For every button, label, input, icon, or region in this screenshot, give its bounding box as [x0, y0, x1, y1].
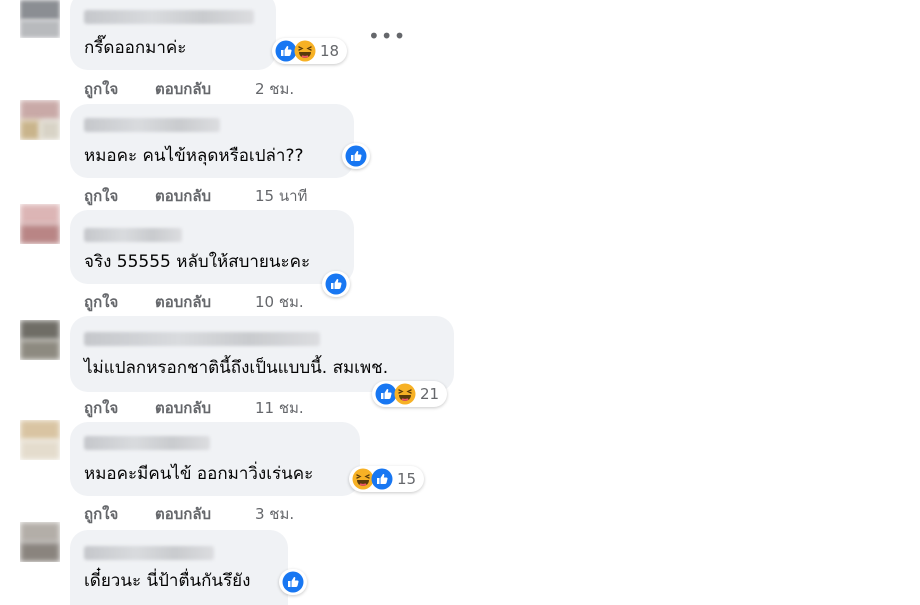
- reply-button[interactable]: ตอบกลับ: [155, 184, 211, 208]
- like-icon: [371, 468, 393, 490]
- author-name[interactable]: [84, 332, 320, 346]
- avatar[interactable]: [20, 204, 60, 244]
- reaction-summary[interactable]: [279, 569, 307, 595]
- reaction-summary[interactable]: [342, 143, 370, 169]
- like-icon: [345, 145, 367, 167]
- reaction-summary[interactable]: 18: [272, 38, 348, 64]
- reaction-count: 21: [420, 385, 440, 403]
- like-icon: [282, 571, 304, 593]
- reaction-count: 15: [397, 470, 417, 488]
- haha-icon: [294, 40, 316, 62]
- like-icon: [325, 273, 347, 295]
- timestamp[interactable]: 10 ชม.: [255, 290, 304, 314]
- like-button[interactable]: ถูกใจ: [84, 502, 118, 526]
- reply-button[interactable]: ตอบกลับ: [155, 502, 211, 526]
- like-button[interactable]: ถูกใจ: [84, 184, 118, 208]
- comment-bubble: หมอคะ คนไข้หลุดหรือเปล่า??: [70, 104, 354, 178]
- comment-bubble: จริง 55555 หลับให้สบายนะคะ: [70, 210, 354, 284]
- timestamp[interactable]: 15 นาที: [255, 184, 307, 208]
- like-button[interactable]: ถูกใจ: [84, 290, 118, 314]
- author-name[interactable]: [84, 118, 220, 132]
- reaction-summary[interactable]: 15: [349, 466, 425, 492]
- reply-button[interactable]: ตอบกลับ: [155, 290, 211, 314]
- like-button[interactable]: ถูกใจ: [84, 77, 118, 101]
- reply-button[interactable]: ตอบกลับ: [155, 77, 211, 101]
- timestamp[interactable]: 3 ชม.: [255, 502, 294, 526]
- haha-icon: [394, 383, 416, 405]
- reaction-summary[interactable]: 21: [372, 381, 448, 407]
- avatar[interactable]: [20, 320, 60, 360]
- timestamp[interactable]: 2 ชม.: [255, 77, 294, 101]
- author-name[interactable]: [84, 228, 182, 242]
- reaction-summary[interactable]: [322, 271, 350, 297]
- comment-bubble: เดี๋ยวนะ นี่ป้าตื่นกันรึยัง: [70, 530, 288, 605]
- comment-bubble: หมอคะมีคนไข้ ออกมาวิ่งเร่นคะ: [70, 422, 360, 496]
- comment-bubble: กรี๊ดออกมาค่ะ: [70, 0, 276, 70]
- comment-text: เดี๋ยวนะ นี่ป้าตื่นกันรึยัง: [84, 571, 251, 591]
- comment-text: จริง 55555 หลับให้สบายนะคะ: [84, 252, 311, 272]
- avatar[interactable]: [20, 100, 60, 140]
- avatar[interactable]: [20, 0, 60, 38]
- comment-text: หมอคะมีคนไข้ ออกมาวิ่งเร่นคะ: [84, 464, 314, 484]
- avatar[interactable]: [20, 420, 60, 460]
- comment-text: หมอคะ คนไข้หลุดหรือเปล่า??: [84, 146, 304, 166]
- author-name[interactable]: [84, 436, 210, 450]
- author-name[interactable]: [84, 546, 214, 560]
- avatar[interactable]: [20, 522, 60, 562]
- author-name[interactable]: [84, 10, 254, 24]
- comment-text: กรี๊ดออกมาค่ะ: [84, 38, 187, 58]
- comment-text: ไม่แปลกหรอกชาตินี้ถึงเป็นแบบนี้. สมเพช.: [84, 358, 389, 378]
- more-options-icon[interactable]: •••: [368, 24, 406, 48]
- reply-button[interactable]: ตอบกลับ: [155, 396, 211, 420]
- reaction-count: 18: [320, 42, 340, 60]
- timestamp[interactable]: 11 ชม.: [255, 396, 304, 420]
- like-button[interactable]: ถูกใจ: [84, 396, 118, 420]
